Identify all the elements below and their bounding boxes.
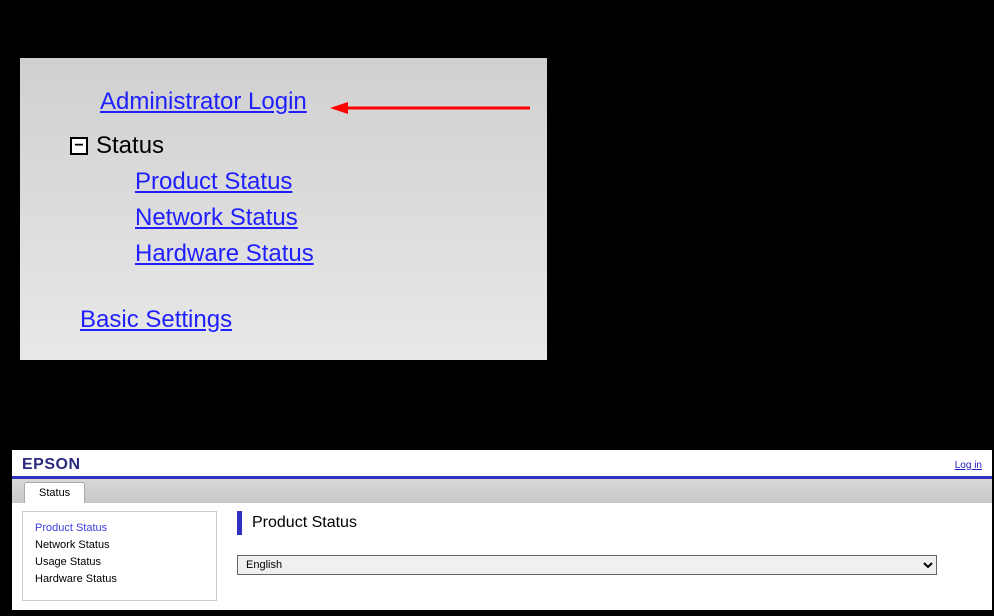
tab-bar: Status <box>12 479 992 503</box>
sidebar: Product Status Network Status Usage Stat… <box>22 511 217 601</box>
product-status-link[interactable]: Product Status <box>135 168 527 196</box>
status-sublinks: Product Status Network Status Hardware S… <box>135 168 527 268</box>
epson-admin-page: EPSON Log in Status Product Status Netwo… <box>12 450 992 610</box>
login-link[interactable]: Log in <box>955 460 982 471</box>
basic-settings-link[interactable]: Basic Settings <box>80 306 232 334</box>
status-label: Status <box>96 132 164 160</box>
header-bar: EPSON Log in <box>12 450 992 479</box>
network-status-link[interactable]: Network Status <box>135 204 527 232</box>
arrow-annotation <box>330 98 530 118</box>
content-area: Product Status Network Status Usage Stat… <box>12 503 992 609</box>
hardware-status-link[interactable]: Hardware Status <box>135 240 527 268</box>
collapse-icon[interactable]: − <box>70 137 88 155</box>
sidebar-item-product-status[interactable]: Product Status <box>35 522 204 534</box>
page-title-row: Product Status <box>237 511 982 535</box>
language-select[interactable]: English <box>237 555 937 575</box>
administrator-login-link[interactable]: Administrator Login <box>100 88 307 116</box>
tab-status[interactable]: Status <box>24 482 85 503</box>
sidebar-item-network-status[interactable]: Network Status <box>35 539 204 551</box>
main-content: Product Status English <box>237 511 982 601</box>
title-accent-bar <box>237 511 242 535</box>
sidebar-item-hardware-status[interactable]: Hardware Status <box>35 573 204 585</box>
sidebar-item-usage-status[interactable]: Usage Status <box>35 556 204 568</box>
navigation-panel: Administrator Login − Status Product Sta… <box>20 58 547 360</box>
status-group-header[interactable]: − Status <box>70 132 527 160</box>
page-title: Product Status <box>252 514 357 532</box>
epson-logo: EPSON <box>22 456 81 474</box>
